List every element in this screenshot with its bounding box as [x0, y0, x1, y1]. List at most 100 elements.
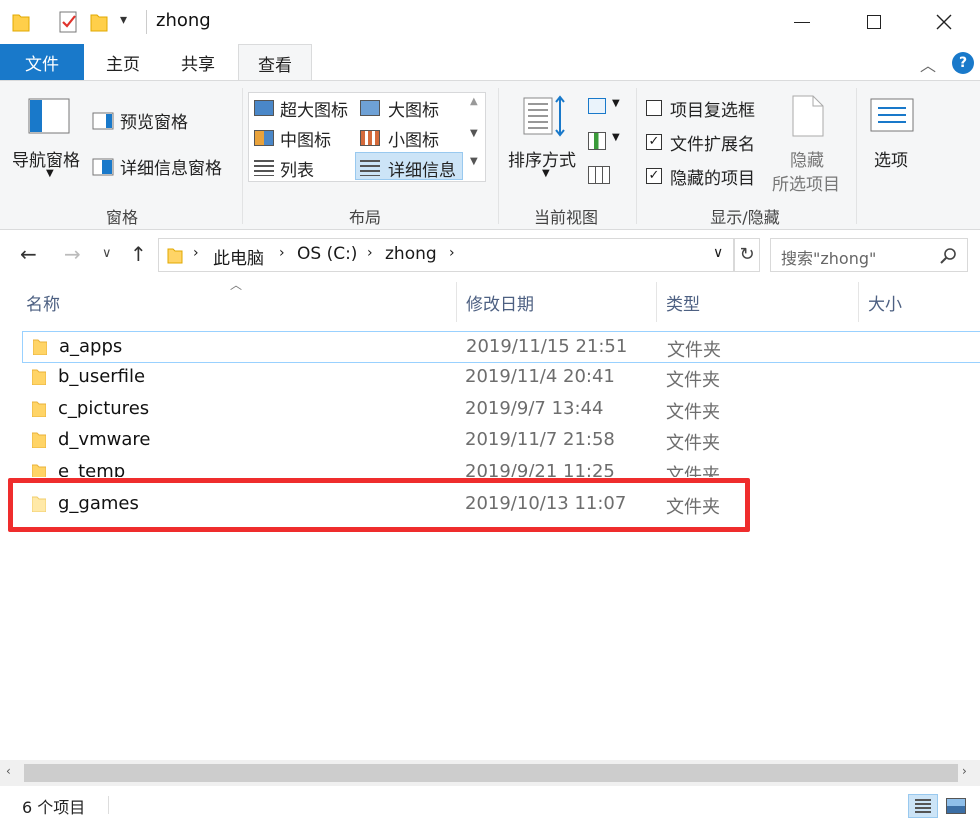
table-row[interactable]: d_vmware 2019/11/7 21:58 文件夹 — [22, 425, 980, 457]
layout-expand-icon[interactable]: ▼ — [470, 156, 478, 167]
layout-large-icons[interactable]: 大图标 — [360, 96, 460, 121]
tab-file[interactable]: 文件 — [0, 44, 84, 80]
layout-item-label: 列表 — [280, 161, 314, 181]
address-history-icon[interactable]: ∨ — [713, 245, 723, 261]
file-type: 文件夹 — [666, 433, 720, 454]
up-button[interactable]: ↑ — [130, 242, 147, 266]
breadcrumb-this-pc[interactable]: 此电脑 — [213, 244, 264, 269]
size-columns-button[interactable] — [588, 164, 612, 188]
file-type: 文件夹 — [666, 370, 720, 391]
item-checkboxes-toggle[interactable]: 项目复选框 — [644, 96, 774, 121]
layout-item-label: 小图标 — [388, 131, 439, 151]
maximize-button[interactable] — [848, 0, 900, 44]
layout-scroll-down-icon[interactable]: ▼ — [470, 128, 478, 139]
file-type: 文件夹 — [666, 497, 720, 518]
layout-list[interactable]: 列表 — [254, 156, 354, 181]
options-button[interactable]: 选项 — [866, 96, 922, 176]
new-folder-icon[interactable] — [90, 12, 108, 32]
folder-icon — [33, 339, 47, 355]
folder-icon[interactable] — [12, 12, 30, 32]
minimize-button[interactable] — [776, 0, 828, 44]
folder-icon — [32, 432, 46, 448]
column-header-name[interactable]: 名称 — [26, 290, 60, 315]
column-header-type[interactable]: 类型 — [666, 290, 700, 315]
customize-quick-access-icon[interactable]: ▾ — [120, 12, 127, 28]
preview-pane-button[interactable]: 预览窗格 — [92, 108, 202, 133]
file-type: 文件夹 — [666, 465, 720, 477]
details-view-button[interactable] — [908, 794, 938, 818]
help-icon[interactable]: ? — [952, 52, 974, 74]
column-resize-handle[interactable] — [858, 282, 859, 322]
column-header-size[interactable]: 大小 — [868, 290, 902, 315]
table-row[interactable]: g_games 2019/10/13 11:07 文件夹 — [22, 489, 980, 521]
hidden-items-toggle[interactable]: ✓ 隐藏的项目 — [644, 164, 774, 189]
breadcrumb-separator-icon: › — [193, 245, 199, 261]
hidden-items-checkbox[interactable]: ✓ — [646, 168, 662, 184]
close-button[interactable] — [918, 0, 970, 44]
table-row[interactable]: b_userfile 2019/11/4 20:41 文件夹 — [22, 362, 980, 394]
layout-scroll-up-icon[interactable]: ▲ — [470, 96, 478, 107]
nav-pane-button[interactable]: 导航窗格 ▼ — [12, 96, 88, 186]
hidden-items-label: 隐藏的项目 — [670, 169, 755, 189]
recent-locations-button[interactable]: ∨ — [102, 246, 112, 261]
scroll-right-icon[interactable]: › — [962, 764, 967, 778]
file-extensions-checkbox[interactable]: ✓ — [646, 134, 662, 150]
add-columns-button[interactable]: ▼ — [588, 130, 624, 154]
breadcrumb-separator-icon: › — [449, 245, 455, 261]
chevron-down-icon: ▼ — [542, 168, 550, 179]
ribbon-tabs: 文件 主页 共享 查看 ︿ ? — [0, 44, 980, 82]
small-icons-icon — [360, 130, 380, 146]
tab-view[interactable]: 查看 — [238, 44, 312, 82]
forward-button[interactable]: → — [64, 242, 81, 266]
item-checkboxes-checkbox[interactable] — [646, 100, 662, 116]
details-pane-button[interactable]: 详细信息窗格 — [92, 154, 232, 179]
layout-medium-icons[interactable]: 中图标 — [254, 126, 354, 151]
tab-home[interactable]: 主页 — [88, 44, 158, 80]
file-name: c_pictures — [58, 398, 150, 419]
search-icon — [940, 248, 956, 264]
scrollbar-thumb[interactable] — [24, 764, 958, 782]
file-date: 2019/9/21 11:25 — [465, 461, 615, 477]
breadcrumb-separator-icon: › — [279, 245, 285, 261]
breadcrumb-drive[interactable]: OS (C:) — [297, 244, 357, 264]
column-resize-handle[interactable] — [456, 282, 457, 322]
details-pane-label: 详细信息窗格 — [120, 159, 222, 179]
table-row[interactable]: c_pictures 2019/9/7 13:44 文件夹 — [22, 394, 980, 426]
chevron-down-icon: ▼ — [612, 98, 620, 109]
scroll-left-icon[interactable]: ‹ — [6, 764, 11, 778]
item-checkboxes-label: 项目复选框 — [670, 101, 755, 121]
hide-selected-button[interactable]: 隐藏 所选项目 — [770, 94, 850, 195]
properties-icon[interactable] — [58, 10, 80, 34]
divider — [108, 796, 109, 814]
large-icons-view-button[interactable] — [942, 794, 972, 818]
column-header-date[interactable]: 修改日期 — [466, 290, 534, 315]
table-row[interactable]: a_apps 2019/11/15 21:51 文件夹 — [22, 331, 980, 363]
folder-icon — [32, 464, 46, 477]
layout-details[interactable]: 详细信息 — [360, 156, 464, 181]
breadcrumb-zhong[interactable]: zhong — [385, 244, 437, 264]
layout-extra-large-icons[interactable]: 超大图标 — [254, 96, 354, 121]
back-button[interactable]: ← — [20, 242, 37, 266]
search-box[interactable]: 搜索"zhong" — [770, 238, 968, 272]
table-row[interactable]: e_temp 2019/9/21 11:25 文件夹 — [22, 457, 980, 477]
list-icon — [254, 160, 274, 176]
preview-pane-icon — [92, 112, 114, 130]
layout-small-icons[interactable]: 小图标 — [360, 126, 460, 151]
refresh-button[interactable]: ↻ — [734, 238, 760, 272]
sort-by-button[interactable]: 排序方式 ▼ — [506, 94, 584, 184]
file-name: b_userfile — [58, 366, 146, 387]
address-bar[interactable]: › 此电脑 › OS (C:) › zhong › ∨ — [158, 238, 734, 272]
tab-share[interactable]: 共享 — [162, 44, 234, 80]
maximize-icon — [867, 15, 881, 29]
details-pane-icon — [92, 158, 114, 176]
file-date: 2019/11/7 21:58 — [465, 429, 615, 450]
group-by-icon — [588, 98, 606, 114]
group-by-button[interactable]: ▼ — [588, 96, 624, 120]
large-icons-icon — [360, 100, 380, 116]
item-count: 6 个项目 — [22, 798, 86, 817]
layout-item-label: 大图标 — [388, 101, 439, 121]
column-resize-handle[interactable] — [656, 282, 657, 322]
collapse-ribbon-icon[interactable]: ︿ — [920, 52, 936, 76]
file-extensions-toggle[interactable]: ✓ 文件扩展名 — [644, 130, 774, 155]
search-input[interactable]: 搜索"zhong" — [781, 245, 876, 269]
